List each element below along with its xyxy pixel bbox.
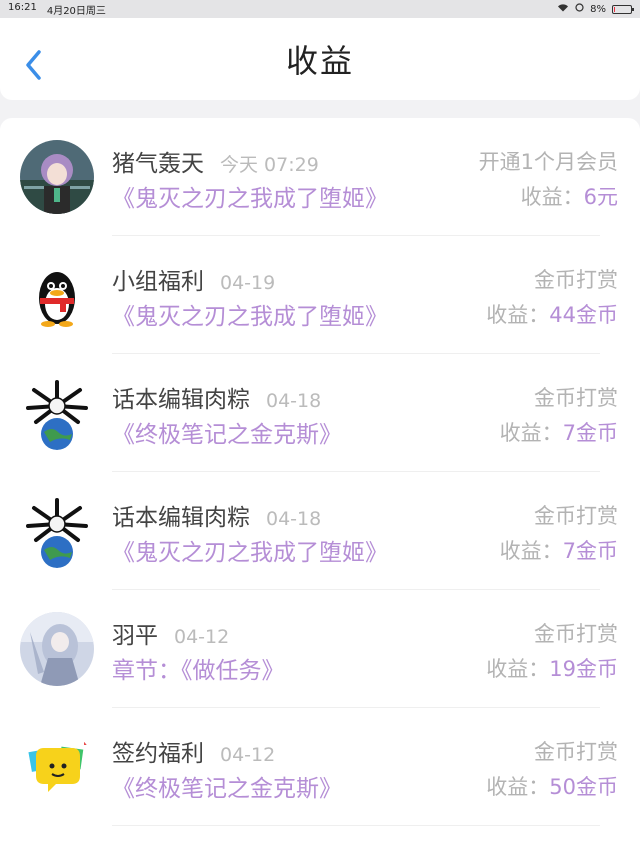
book-title[interactable]: 《鬼灭之刃之我成了堕姬》 — [112, 533, 388, 567]
date: 04-19 — [220, 272, 276, 294]
book-title[interactable]: 《鬼灭之刃之我成了堕姬》 — [112, 297, 388, 331]
status-time: 16:21 — [8, 1, 37, 13]
status-date: 4月20日周三 — [46, 5, 106, 17]
date: 04-12 — [220, 744, 276, 766]
orientation-lock-icon — [575, 3, 584, 15]
date: 04-18 — [266, 390, 322, 412]
earning-type: 金币打赏 — [534, 504, 618, 528]
earning-amount: 收益：19金币 — [486, 657, 618, 681]
avatar — [20, 612, 94, 686]
earning-type: 金币打赏 — [534, 268, 618, 292]
page-title: 收益 — [285, 42, 354, 80]
divider — [112, 825, 600, 826]
battery-percent: 8% — [590, 3, 606, 15]
date: 今天 07:29 — [220, 154, 319, 176]
username: 签约福利 04-12 — [112, 741, 276, 767]
back-button[interactable] — [22, 48, 46, 82]
wifi-icon — [557, 3, 569, 15]
username: 羽平 04-12 — [112, 623, 230, 649]
earning-amount: 收益：50金币 — [486, 775, 618, 799]
avatar — [20, 494, 94, 568]
book-title[interactable]: 《终极笔记之金克斯》 — [112, 769, 342, 803]
qq-penguin-avatar — [20, 258, 94, 332]
list-item[interactable]: 羽平 04-12 金币打赏 章节：《做任务》 收益：19金币 — [0, 590, 640, 708]
earning-amount: 收益：7金币 — [499, 539, 618, 563]
avatar — [20, 376, 94, 450]
list-item[interactable]: 签约福利 04-12 金币打赏 《终极笔记之金克斯》 收益：50金币 — [0, 708, 640, 826]
chevron-left-icon — [26, 50, 41, 80]
earning-amount: 收益：44金币 — [486, 303, 618, 327]
earning-type: 金币打赏 — [534, 386, 618, 410]
list-item[interactable]: 话本编辑肉粽 04-18 金币打赏 《鬼灭之刃之我成了堕姬》 收益：7金币 — [0, 472, 640, 590]
username: 话本编辑肉粽 04-18 — [112, 387, 322, 413]
list-item[interactable]: 话本编辑肉粽 04-18 金币打赏 《终极笔记之金克斯》 收益：7金币 — [0, 354, 640, 472]
earnings-list: 猪气轰天今天 07:29 开通1个月会员 《鬼灭之刃之我成了堕姬》 收益：6元 — [0, 118, 640, 853]
book-title[interactable]: 章节：《做任务》 — [112, 651, 285, 685]
book-title[interactable]: 《终极笔记之金克斯》 — [112, 415, 342, 449]
date: 04-18 — [266, 508, 322, 530]
status-bar: 16:21 4月20日周三 8% — [0, 0, 640, 18]
avatar — [20, 140, 94, 214]
username: 猪气轰天 今天 07:29 — [112, 151, 319, 177]
header: 收益 — [0, 18, 640, 100]
date: 04-12 — [174, 626, 230, 648]
chat-bubble-avatar — [20, 730, 94, 804]
username: 话本编辑肉粽 04-18 — [112, 505, 322, 531]
list-item[interactable]: 猪气轰天 今天 07:29 开通1个月会员 《鬼灭之刃之我成了堕姬》 收益：6元 — [0, 118, 640, 236]
username: 小组福利 04-19 — [112, 269, 276, 295]
earning-amount: 收益：7金币 — [499, 421, 618, 445]
book-title[interactable]: 《鬼灭之刃之我成了堕姬》 — [112, 179, 388, 213]
earning-type: 开通1个月会员 — [478, 150, 618, 174]
battery-icon — [612, 4, 634, 14]
list-item[interactable]: 小组福利 04-19 金币打赏 《鬼灭之刃之我成了堕姬》 收益：44金币 — [0, 236, 640, 354]
earning-type: 金币打赏 — [534, 622, 618, 646]
earning-amount: 收益：6元 — [520, 185, 618, 209]
earning-type: 金币打赏 — [534, 740, 618, 764]
